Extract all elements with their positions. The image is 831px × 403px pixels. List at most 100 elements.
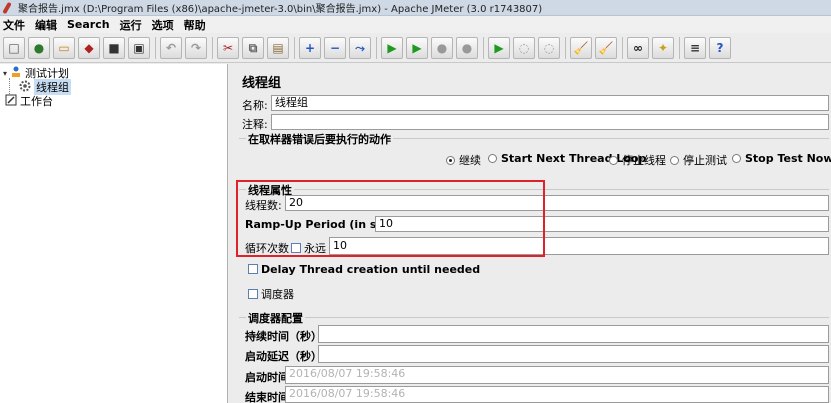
remote-start-icon: ▶ (494, 40, 504, 55)
toolbar-separator (376, 36, 377, 59)
toolbar-separator (212, 36, 213, 59)
redo-icon: ↷ (190, 40, 202, 55)
menu-run[interactable]: 运行 (120, 17, 142, 33)
rampup-field[interactable]: 10 (375, 216, 829, 232)
workbench-icon (5, 94, 17, 109)
remote-shutdown-button[interactable]: ◌ (538, 36, 560, 59)
duration-field[interactable] (318, 325, 829, 343)
scheduler-config-group-title: 调度器配置 (246, 310, 305, 326)
radio-stop-thread[interactable]: 停止线程 (609, 152, 666, 168)
save-screenshot-button[interactable]: ▣ (128, 36, 150, 59)
checkbox-icon (248, 264, 258, 274)
open-button[interactable]: ▭ (53, 36, 75, 59)
close-button[interactable]: ◆ (78, 36, 100, 59)
undo-button[interactable]: ↶ (160, 36, 182, 59)
startup-delay-field[interactable] (318, 345, 829, 363)
duration-label: 持续时间（秒） (245, 330, 322, 343)
toolbar-separator (565, 36, 566, 59)
collapse-button[interactable]: − (324, 36, 346, 59)
copy-icon: ⧉ (248, 40, 258, 55)
new-icon: □ (8, 40, 20, 55)
help-button[interactable]: ? (709, 36, 731, 59)
shutdown-button[interactable]: ● (456, 36, 478, 59)
clear-all-button[interactable]: 🧹 (595, 36, 617, 59)
cut-button[interactable]: ✂ (217, 36, 239, 59)
toolbar-separator (483, 36, 484, 59)
clear-all-icon: 🧹 (598, 40, 614, 55)
clear-button[interactable]: 🧹 (570, 36, 592, 59)
function-helper-button[interactable]: ≡ (684, 36, 706, 59)
radio-button-icon (446, 156, 455, 165)
start-time-label: 启动时间 (245, 371, 289, 384)
expand-button[interactable]: + (299, 36, 321, 59)
reset-search-icon: ✦ (657, 40, 669, 55)
start-button[interactable]: ▶ (381, 36, 403, 59)
close-icon: ◆ (84, 40, 94, 55)
checkbox-icon (248, 289, 258, 299)
reset-search-button[interactable]: ✦ (652, 36, 674, 59)
tree-item-thread-group[interactable]: 线程组 (19, 79, 71, 95)
start-time-field: 2016/08/07 19:58:46 (285, 366, 829, 384)
collapse-icon: − (329, 40, 341, 55)
delay-thread-checkbox[interactable]: Delay Thread creation until needed (248, 263, 480, 276)
start-icon: ▶ (387, 40, 397, 55)
paste-icon: ▤ (272, 40, 284, 55)
help-icon: ? (716, 40, 724, 55)
toolbar-separator (155, 36, 156, 59)
radio-label: 继续 (459, 154, 481, 167)
error-action-group-title: 在取样器错误后要执行的动作 (246, 131, 393, 147)
loop-count-label: 循环次数 (245, 242, 289, 255)
toolbar-separator (622, 36, 623, 59)
scheduler-label: 调度器 (261, 288, 294, 301)
redo-button[interactable]: ↷ (185, 36, 207, 59)
checkbox-icon (291, 243, 301, 253)
copy-button[interactable]: ⧉ (242, 36, 264, 59)
forever-label: 永远 (304, 242, 326, 255)
toggle-button[interactable]: ⤳ (349, 36, 371, 59)
tree-item-test-plan[interactable]: ▾ 测试计划 (3, 66, 69, 80)
test-plan-tree: ▾ 测试计划 线程组 工作台 (0, 64, 228, 403)
radio-button-icon (488, 154, 497, 163)
radio-continue[interactable]: 继续 (446, 152, 481, 168)
jmeter-feather-icon (2, 2, 14, 14)
menu-options[interactable]: 选项 (152, 17, 174, 33)
remote-stop-icon: ◌ (518, 40, 530, 55)
expand-icon: + (304, 40, 316, 55)
remote-start-button[interactable]: ▶ (488, 36, 510, 59)
templates-button[interactable]: ● (28, 36, 50, 59)
scheduler-checkbox[interactable]: 调度器 (248, 286, 294, 302)
menu-help[interactable]: 帮助 (184, 17, 206, 33)
toolbar-separator (294, 36, 295, 59)
comment-field[interactable] (271, 114, 829, 130)
remote-stop-button[interactable]: ◌ (513, 36, 535, 59)
collapse-toggle-icon[interactable]: ▾ (3, 69, 7, 78)
save-button[interactable]: ■ (103, 36, 125, 59)
end-time-field: 2016/08/07 19:58:46 (285, 386, 829, 403)
stop-icon: ● (436, 40, 448, 55)
radio-stop-test[interactable]: 停止测试 (670, 152, 727, 168)
radio-label: 停止线程 (622, 154, 666, 167)
search-button[interactable]: ∞ (627, 36, 649, 59)
paste-button[interactable]: ▤ (267, 36, 289, 59)
menu-file[interactable]: 文件 (3, 17, 25, 33)
shutdown-icon: ● (461, 40, 473, 55)
new-button[interactable]: □ (3, 36, 25, 59)
tree-item-workbench[interactable]: 工作台 (5, 94, 53, 108)
save-icon: ■ (108, 40, 120, 55)
start-no-pauses-button[interactable]: ▶ (406, 36, 428, 59)
remote-shutdown-icon: ◌ (543, 40, 555, 55)
menu-search[interactable]: Search (67, 18, 110, 31)
radio-stop-test-now[interactable]: Stop Test Now (732, 152, 831, 165)
comment-label: 注释: (242, 118, 268, 131)
radio-button-icon (670, 156, 679, 165)
forever-checkbox[interactable]: 永远 (291, 240, 326, 256)
radio-button-icon (609, 156, 618, 165)
threads-field[interactable]: 20 (285, 195, 829, 211)
open-icon: ▭ (58, 40, 70, 55)
menu-edit[interactable]: 编辑 (35, 17, 57, 33)
name-field[interactable]: 线程组 (271, 95, 829, 111)
loop-count-field[interactable]: 10 (329, 237, 829, 255)
radio-label: 停止测试 (683, 154, 727, 167)
stop-button[interactable]: ● (431, 36, 453, 59)
menu-bar: 文件 编辑 Search 运行 选项 帮助 (0, 16, 831, 33)
